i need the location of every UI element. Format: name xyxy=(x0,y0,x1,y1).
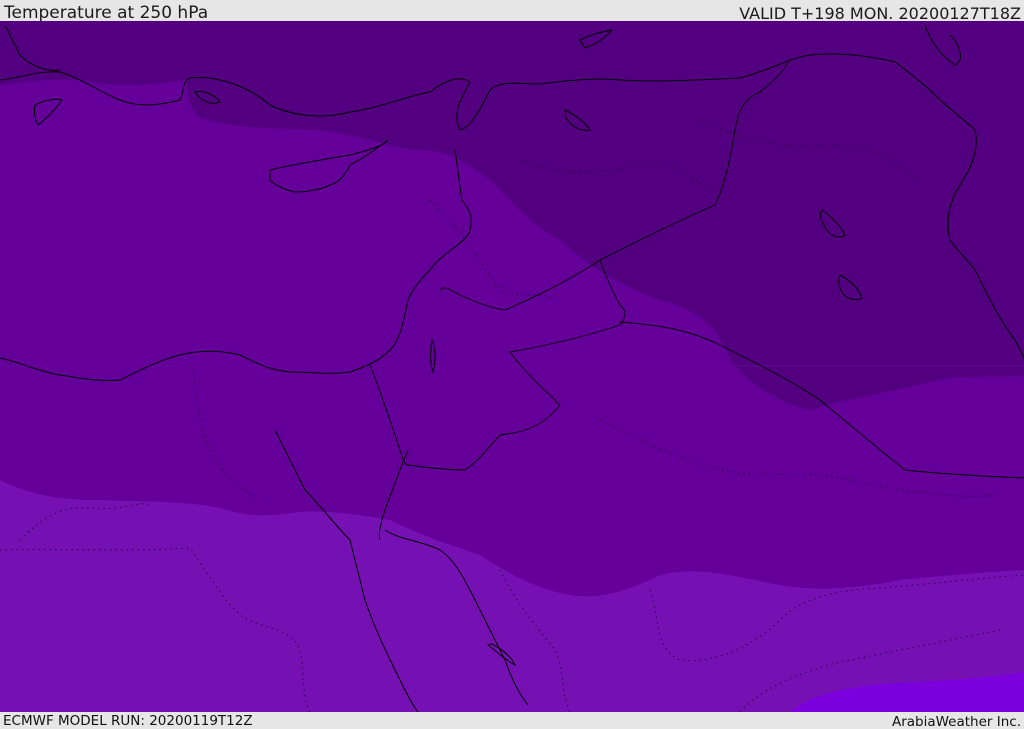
map-viewer: Temperature at 250 hPa VALID T+198 MON. … xyxy=(0,0,1024,729)
header-bar: Temperature at 250 hPa VALID T+198 MON. … xyxy=(0,0,1024,23)
map-canvas xyxy=(0,21,1024,712)
footer-bar: ECMWF MODEL RUN: 20200119T12Z ArabiaWeat… xyxy=(0,712,1024,729)
weather-map xyxy=(0,21,1024,712)
credit-label: ArabiaWeather Inc. xyxy=(891,714,1021,729)
chart-title: Temperature at 250 hPa xyxy=(4,3,209,23)
model-run-label: ECMWF MODEL RUN: 20200119T12Z xyxy=(3,713,253,729)
